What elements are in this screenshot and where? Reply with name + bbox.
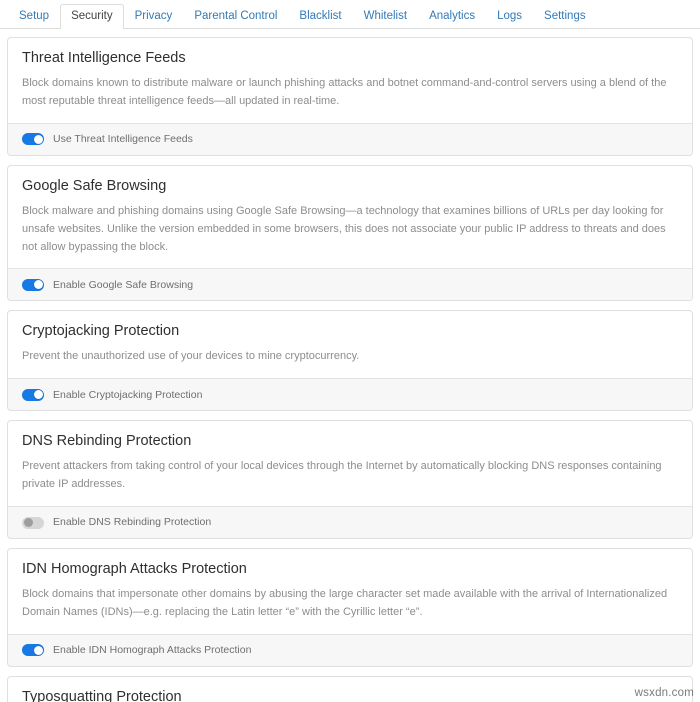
toggle-google-safe-browsing[interactable]: [22, 278, 44, 291]
section-body: IDN Homograph Attacks Protection Block do…: [8, 549, 692, 634]
section-body: Threat Intelligence Feeds Block domains k…: [8, 38, 692, 123]
section-card-idn-homograph-attacks-protection: IDN Homograph Attacks Protection Block do…: [7, 548, 693, 667]
toggle-label[interactable]: Enable DNS Rebinding Protection: [53, 517, 211, 528]
tab-setup[interactable]: Setup: [8, 4, 60, 30]
toggle-threat-intelligence-feeds[interactable]: [22, 133, 44, 146]
section-body: Google Safe Browsing Block malware and ph…: [8, 166, 692, 269]
section-title: Google Safe Browsing: [22, 177, 167, 194]
section-card-typosquatting-protection: Typosquatting ProtectionBlock domains re…: [7, 675, 693, 702]
section-card-threat-intelligence-feeds: Threat Intelligence Feeds Block domains k…: [7, 37, 693, 156]
toggle-label[interactable]: Enable IDN Homograph Attacks Protection: [53, 645, 251, 656]
tab-logs[interactable]: Logs: [486, 4, 533, 30]
section-footer: Enable IDN Homograph Attacks Protection: [8, 633, 692, 666]
section-description: Block malware and phishing domains using…: [22, 204, 666, 253]
toggle-knob: [23, 518, 33, 527]
toggle-label[interactable]: Enable Google Safe Browsing: [53, 280, 193, 291]
toggle-dns-rebinding-protection[interactable]: [22, 516, 44, 529]
section-body: DNS Rebinding Protection Prevent attacker…: [8, 421, 692, 506]
toggle-idn-homograph-attacks-protection[interactable]: [22, 644, 44, 657]
section-card-cryptojacking-protection: Cryptojacking Protection Prevent the unau…: [7, 310, 693, 412]
section-description: Prevent attackers from taking control of…: [22, 460, 662, 491]
section-title: Typosquatting Protection: [22, 688, 182, 702]
tab-bar: Setup Security Privacy Parental Control Blac…: [0, 0, 700, 29]
section-footer: Enable Google Safe Browsing: [8, 268, 692, 301]
tab-security[interactable]: Security: [60, 3, 124, 29]
section-body: Typosquatting ProtectionBlock domains re…: [8, 677, 692, 702]
toggle-knob: [33, 390, 43, 400]
toggle-knob: [33, 280, 43, 290]
toggle-knob: [33, 645, 43, 655]
section-footer: Enable DNS Rebinding Protection: [8, 506, 692, 538]
tab-blacklist[interactable]: Blacklist: [288, 4, 352, 30]
tab-whitelist[interactable]: Whitelist: [353, 4, 418, 30]
section-description: Prevent the unauthorized use of your dev…: [22, 350, 360, 363]
section-footer: Enable Cryptojacking Protection: [8, 378, 692, 411]
toggle-knob: [33, 134, 43, 144]
section-title: Threat Intelligence Feeds: [22, 50, 186, 66]
section-description: Block domains that impersonate other dom…: [22, 588, 668, 618]
tab-analytics[interactable]: Analytics: [418, 4, 486, 30]
toggle-label[interactable]: Use Threat Intelligence Feeds: [53, 134, 193, 145]
section-card-dns-rebinding-protection: DNS Rebinding Protection Prevent attacker…: [7, 420, 693, 539]
section-card-google-safe-browsing: Google Safe Browsing Block malware and ph…: [7, 164, 693, 302]
section-title: IDN Homograph Attacks Protection: [22, 561, 247, 577]
section-title: Cryptojacking Protection: [22, 323, 180, 340]
section-title: DNS Rebinding Protection: [22, 433, 192, 450]
toggle-cryptojacking-protection[interactable]: [22, 388, 44, 401]
toggle-label[interactable]: Enable Cryptojacking Protection: [53, 389, 202, 401]
tab-settings[interactable]: Settings: [533, 4, 597, 30]
section-footer: Use Threat Intelligence Feeds: [8, 122, 692, 155]
security-settings-list: Threat Intelligence Feeds Block domains k…: [0, 29, 700, 702]
tab-parental-control[interactable]: Parental Control: [183, 4, 288, 30]
section-body: Cryptojacking Protection Prevent the unau…: [8, 311, 692, 378]
tab-privacy[interactable]: Privacy: [124, 4, 184, 30]
section-description: Block domains known to distribute malwar…: [22, 77, 667, 107]
watermark: wsxdn.com: [634, 687, 694, 699]
